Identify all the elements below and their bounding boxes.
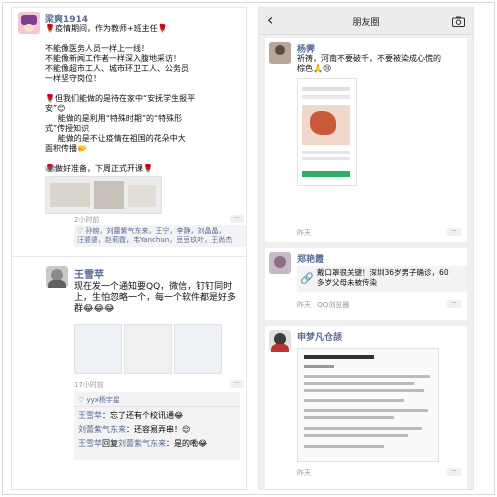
post-image[interactable] — [45, 176, 162, 214]
comment-text: ：是的嘞😂 — [166, 439, 208, 448]
post-text: 现在发一个通知要QQ，微信，钉钉同时 上，生怕忽略一个，每一个软件都是好多 群😂… — [74, 282, 237, 314]
comment-reply-to[interactable]: 刘蕾紫气东来 — [118, 439, 166, 448]
more-dots-icon[interactable]: ·· — [447, 468, 461, 476]
post-time: 昨天 — [297, 229, 311, 237]
comment-text: ：忘了还有个校讯通😂 — [102, 411, 184, 420]
comment-author[interactable]: 刘蕾紫气东来 — [78, 425, 126, 434]
post-time: 昨天 — [297, 469, 311, 477]
post-author[interactable]: 申梦凡仓颉 — [297, 330, 342, 343]
post-text: 祈祷，河南不要破千，不要被染成心慌的 棕色🙏😢 — [297, 54, 441, 73]
post-author[interactable]: 王雪苹 — [74, 266, 104, 281]
comment-item[interactable]: 王雪苹回复刘蕾紫气东来：是的嘞😂 — [78, 438, 207, 449]
likes-list: ♡ yyx杨宇星 — [78, 396, 120, 404]
post-text: 🌹疫情期间，作为教师+班主任🌹 不能像医务人员一样上一线！ 不能像新闻工作者一样… — [45, 24, 196, 173]
avatar[interactable] — [269, 252, 291, 274]
comment-item[interactable]: 王雪苹：忘了还有个校讯通😂 — [78, 410, 183, 421]
more-dots-icon[interactable]: ·· — [230, 215, 244, 223]
post-image[interactable] — [297, 78, 357, 186]
post-image[interactable] — [74, 324, 122, 374]
comment-text: ：还容易弄串！😌 — [126, 425, 191, 434]
post-image[interactable] — [297, 348, 439, 462]
link-icon: 🔗 — [300, 272, 314, 285]
post-image[interactable] — [174, 324, 222, 374]
post-image-grid[interactable] — [74, 324, 224, 374]
avatar[interactable] — [269, 42, 291, 64]
avatar[interactable] — [269, 330, 291, 352]
divider — [12, 256, 246, 257]
camera-icon[interactable] — [452, 16, 465, 27]
left-moments-pane: 梁爽1914 🌹疫情期间，作为教师+班主任🌹 不能像医务人员一样上一线！ 不能像… — [11, 7, 247, 490]
more-dots-icon[interactable]: ·· — [447, 228, 461, 236]
page-title: 朋友圈 — [352, 18, 380, 28]
source-app: QQ浏览器 — [317, 301, 350, 309]
screenshot-collage: 梁爽1914 🌹疫情期间，作为教师+班主任🌹 不能像医务人员一样上一线！ 不能像… — [2, 2, 495, 495]
comment-item[interactable]: 刘蕾紫气东来：还容易弄串！😌 — [78, 424, 190, 435]
shared-link[interactable]: 🔗 戴口罩很关键！深圳36岁男子确诊，60 多岁父母未被传染 — [297, 266, 467, 292]
reply-label: 回复 — [102, 439, 118, 448]
comment-box: ♡ yyx杨宇星 王雪苹：忘了还有个校讯通😂 刘蕾紫气东来：还容易弄串！😌 王雪… — [74, 392, 240, 460]
comment-author[interactable]: 王雪苹 — [78, 439, 102, 448]
more-dots-icon[interactable]: ·· — [447, 300, 461, 308]
right-moments-pane: ‹ 朋友圈 杨霁 祈祷，河南不要破千，不要被染成心慌的 棕色🙏😢 昨天 ·· 郑… — [258, 7, 474, 490]
comment-author[interactable]: 王雪苹 — [78, 411, 102, 420]
post-image[interactable] — [124, 324, 172, 374]
moment-card: 杨霁 祈祷，河南不要破千，不要被染成心慌的 棕色🙏😢 昨天 ·· — [265, 38, 467, 242]
link-title: 戴口罩很关键！深圳36岁男子确诊，60 多岁父母未被传染 — [317, 268, 449, 287]
more-dots-icon[interactable]: ·· — [230, 380, 244, 388]
avatar[interactable] — [18, 12, 40, 34]
moment-card: 申梦凡仓颉 昨天 ·· — [265, 326, 467, 489]
collapse-link[interactable]: 收起 — [45, 164, 59, 174]
moment-card: 郑艳霞 🔗 戴口罩很关键！深圳36岁男子确诊，60 多岁父母未被传染 昨天 QQ… — [265, 248, 467, 320]
likes-list: ♡ 孙婉，刘蕾紫气东来，王宁，李静，刘晶晶， 汪婆婆，赵莉霞，韦Yanchun，… — [74, 225, 246, 247]
avatar[interactable] — [46, 266, 68, 288]
post-time: 17小时前 — [74, 381, 104, 389]
post-time: 昨天 QQ浏览器 — [297, 301, 350, 309]
top-bar: ‹ 朋友圈 — [259, 8, 473, 35]
post-time: 2小时前 — [74, 216, 100, 224]
post-author[interactable]: 郑艳霞 — [297, 252, 324, 265]
